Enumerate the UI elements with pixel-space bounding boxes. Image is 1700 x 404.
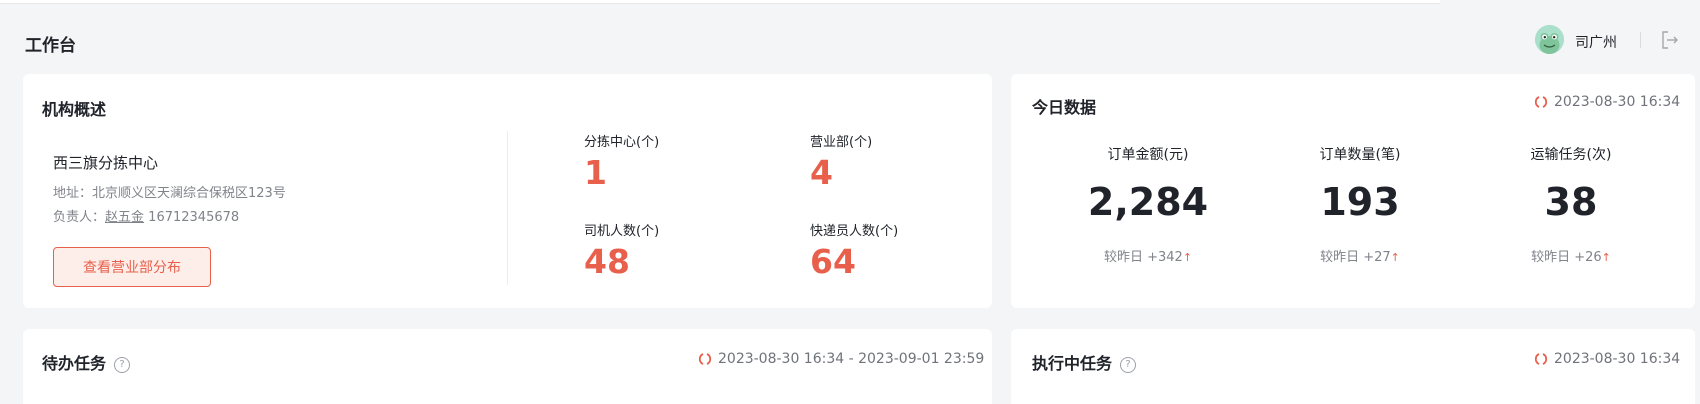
help-icon[interactable]: ? [114,356,131,373]
header-divider [1640,32,1641,48]
refresh-icon[interactable] [698,352,712,366]
stat-value-couriers: 64 [810,242,856,281]
metric-value-order-count: 193 [1320,180,1400,224]
manager-phone: 16712345678 [148,210,240,225]
pending-tasks-range-text: 2023-08-30 16:34 - 2023-09-01 23:59 [718,351,985,367]
address-value: 北京顺义区天澜综合保税区123号 [92,186,286,201]
executing-tasks-timestamp-text: 2023-08-30 16:34 [1554,351,1681,367]
metric-compare-transport-tasks: 较昨日 +26↑ [1481,246,1661,265]
arrow-up-icon: ↑ [1390,251,1400,264]
compare-text: 较昨日 +27 [1320,250,1391,265]
arrow-up-icon: ↑ [1601,251,1611,264]
stat-value-drivers: 48 [584,242,630,281]
executing-tasks-title-text: 执行中任务 [1032,354,1113,373]
page-header: 工作台 司广州 [0,20,1700,66]
compare-text: 较昨日 +26 [1531,250,1602,265]
user-name[interactable]: 司广州 [1575,32,1617,52]
pending-tasks-range: 2023-08-30 16:34 - 2023-09-01 23:59 [698,351,984,367]
executing-tasks-timestamp: 2023-08-30 16:34 [1534,351,1680,367]
org-manager: 负责人：赵五金 16712345678 [53,206,239,225]
today-data-card: 今日数据 2023-08-30 16:34 订单金额(元) 2,284 较昨日 … [1011,74,1695,308]
stat-label-drivers: 司机人数(个) [584,224,660,239]
stat-value-sorting-center: 1 [584,153,607,192]
frog-avatar-icon [1535,25,1564,54]
pending-tasks-title-text: 待办任务 [42,354,107,373]
org-name: 西三旗分拣中心 [53,154,159,172]
stat-label-branches: 营业部(个) [810,135,873,150]
page-title: 工作台 [25,36,76,56]
vertical-divider [507,131,508,285]
arrow-up-icon: ↑ [1182,251,1193,264]
view-branch-distribution-button[interactable]: 查看营业部分布 [53,247,211,287]
metric-compare-order-count: 较昨日 +27↑ [1270,246,1450,265]
stat-value-branches: 4 [810,153,833,192]
manager-name[interactable]: 赵五金 [105,210,144,225]
metric-compare-order-amount: 较昨日 +342↑ [1058,246,1238,265]
manager-label: 负责人： [53,210,106,225]
compare-text: 较昨日 +342 [1103,250,1183,265]
metric-label-order-amount: 订单金额(元) [1107,147,1189,163]
metric-value-transport-tasks: 38 [1544,180,1598,224]
refresh-icon[interactable] [1534,95,1548,109]
address-label: 地址： [53,186,93,201]
pending-tasks-card: 待办任务? 2023-08-30 16:34 - 2023-09-01 23:5… [23,329,992,404]
org-overview-title: 机构概述 [42,100,107,119]
stat-label-sorting-center: 分拣中心(个) [584,135,660,150]
pending-tasks-title: 待办任务? [42,350,131,374]
executing-tasks-card: 执行中任务? 2023-08-30 16:34 [1011,329,1695,404]
logout-icon[interactable] [1659,29,1681,51]
today-timestamp-text: 2023-08-30 16:34 [1554,94,1681,110]
org-overview-card: 机构概述 西三旗分拣中心 地址：北京顺义区天澜综合保税区123号 负责人：赵五金… [23,74,992,308]
executing-tasks-title: 执行中任务? [1032,350,1137,374]
refresh-icon[interactable] [1534,352,1548,366]
today-timestamp: 2023-08-30 16:34 [1534,94,1680,110]
stat-label-couriers: 快递员人数(个) [810,224,899,239]
metric-value-order-amount: 2,284 [1087,180,1209,224]
avatar[interactable] [1535,25,1564,54]
top-strip [0,0,1440,4]
help-icon[interactable]: ? [1120,356,1137,373]
today-data-title: 今日数据 [1032,98,1097,117]
metric-label-order-count: 订单数量(笔) [1319,147,1401,163]
org-address: 地址：北京顺义区天澜综合保税区123号 [53,182,286,201]
metric-label-transport-tasks: 运输任务(次) [1530,147,1612,163]
